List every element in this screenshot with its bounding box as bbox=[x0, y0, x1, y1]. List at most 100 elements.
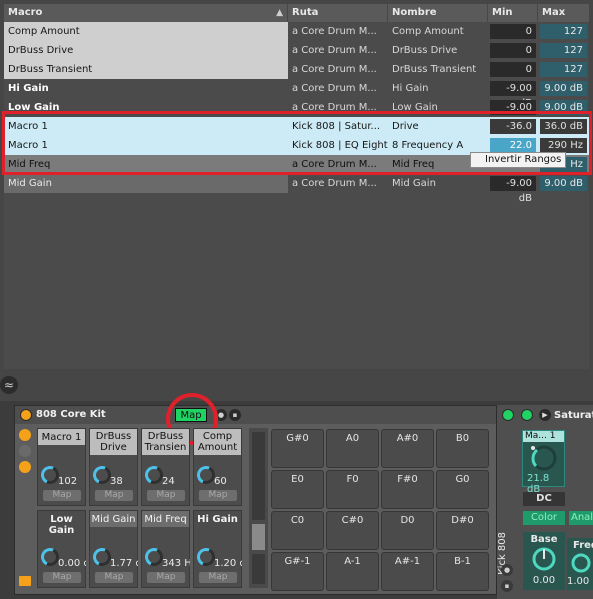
device-title: Saturat bbox=[554, 410, 593, 421]
drum-pad[interactable]: B0 bbox=[436, 429, 489, 468]
fold-icon[interactable] bbox=[19, 576, 31, 586]
min-value-field[interactable]: 0 bbox=[490, 62, 536, 77]
min-value-field[interactable]: -9.00 dB bbox=[490, 176, 536, 204]
macro-map-button[interactable]: Map bbox=[147, 572, 185, 583]
pad-overview-scroller[interactable] bbox=[249, 428, 268, 588]
knob-value: 38 bbox=[110, 476, 123, 487]
macro-knob-4[interactable]: Comp Amount 60 Map bbox=[193, 428, 242, 506]
macro-knob-1[interactable]: Macro 1 102 Map bbox=[37, 428, 86, 506]
column-header-macro[interactable]: Macro ▲ bbox=[4, 4, 288, 22]
drum-pad[interactable]: C#0 bbox=[326, 511, 379, 550]
max-value-field[interactable]: 9.00 dB bbox=[540, 81, 587, 96]
chain-settings-icon[interactable]: ● bbox=[501, 564, 513, 576]
max-value-field[interactable]: 127 bbox=[540, 24, 587, 39]
min-value-field[interactable]: 0 bbox=[490, 43, 536, 58]
device-power-icon[interactable] bbox=[521, 409, 533, 421]
drum-pad[interactable]: D#0 bbox=[436, 511, 489, 550]
max-value-field[interactable]: 127 bbox=[540, 43, 587, 58]
nombre-cell: Hi Gain bbox=[392, 83, 429, 94]
macro-label: DrBuss Drive bbox=[90, 429, 137, 455]
knob-value: 102 bbox=[58, 476, 78, 487]
play-icon[interactable]: ▶ bbox=[539, 409, 551, 421]
ruta-cell: a Core Drum M... bbox=[292, 178, 377, 189]
table-row[interactable]: DrBuss Drive a Core Drum M... DrBuss Dri… bbox=[4, 41, 589, 60]
power-icon[interactable] bbox=[20, 409, 32, 421]
drum-pad[interactable]: G#-1 bbox=[271, 552, 324, 591]
saturator-drive-control[interactable]: Ma... 1 21.8 dB bbox=[522, 430, 566, 495]
drive-knob[interactable] bbox=[523, 443, 566, 473]
base-control[interactable]: Base 0.00 bbox=[523, 532, 565, 590]
macro-label: DrBuss Transien bbox=[142, 429, 189, 455]
drum-pad[interactable]: C0 bbox=[271, 511, 324, 550]
macro-knob-3[interactable]: DrBuss Transien 24 Map bbox=[141, 428, 190, 506]
macro-cell: DrBuss Drive bbox=[4, 41, 288, 60]
table-row[interactable]: Comp Amount a Core Drum M... Comp Amount… bbox=[4, 22, 589, 41]
pad-grid-overview-icon bbox=[252, 432, 265, 584]
macro-map-button[interactable]: Map bbox=[147, 490, 185, 501]
sort-ascending-icon[interactable]: ▲ bbox=[276, 4, 283, 22]
macro-map-button[interactable]: Map bbox=[199, 490, 237, 501]
macro-label: Hi Gain bbox=[194, 511, 241, 527]
drum-pad[interactable]: A-1 bbox=[326, 552, 379, 591]
drum-pad[interactable]: D0 bbox=[381, 511, 434, 550]
device-title-bar: 808 Core Kit ● ▪ bbox=[15, 406, 496, 424]
drum-pad[interactable]: F#0 bbox=[381, 470, 434, 509]
nombre-cell: Comp Amount bbox=[392, 26, 464, 37]
drum-pad[interactable]: E0 bbox=[271, 470, 324, 509]
macro-map-button[interactable]: Map bbox=[95, 572, 133, 583]
base-value: 0.00 bbox=[532, 575, 556, 586]
ruta-cell: a Core Drum M... bbox=[292, 64, 377, 75]
knob-value: 343 Hz bbox=[162, 558, 190, 569]
drum-pad[interactable]: A0 bbox=[326, 429, 379, 468]
macro-label: Mid Gain bbox=[90, 511, 137, 527]
freq-control[interactable]: Freq 1.00 k bbox=[567, 538, 593, 590]
macro-label: Mid Freq bbox=[142, 511, 189, 527]
macro-view-icon[interactable] bbox=[19, 429, 31, 441]
macro-knob-8[interactable]: Hi Gain 1.20 d Map bbox=[193, 510, 242, 588]
drum-pad[interactable]: A#-1 bbox=[381, 552, 434, 591]
table-header: Macro ▲ Ruta Nombre Min Max bbox=[4, 4, 589, 22]
column-header-min[interactable]: Min bbox=[488, 4, 538, 22]
freq-knob[interactable] bbox=[567, 552, 593, 574]
table-row[interactable]: Hi Gain a Core Drum M... Hi Gain -9.00 d… bbox=[4, 79, 589, 109]
macro-knob-7[interactable]: Mid Freq 343 Hz Map bbox=[141, 510, 190, 588]
min-value-field[interactable]: 0 bbox=[490, 24, 536, 39]
dc-button[interactable]: DC bbox=[523, 492, 565, 506]
drum-pad[interactable]: G0 bbox=[436, 470, 489, 509]
max-value-field[interactable]: 9.00 dB bbox=[540, 176, 587, 191]
macro-knob-2[interactable]: DrBuss Drive 38 Map bbox=[89, 428, 138, 506]
drum-pad[interactable]: F0 bbox=[326, 470, 379, 509]
context-menu-item-invert-ranges[interactable]: Invertir Rangos bbox=[470, 152, 566, 168]
macro-knob-6[interactable]: Mid Gain 1.77 d Map bbox=[89, 510, 138, 588]
column-header-max[interactable]: Max bbox=[538, 4, 589, 22]
drum-pad[interactable]: A#0 bbox=[381, 429, 434, 468]
column-header-ruta[interactable]: Ruta bbox=[288, 4, 388, 22]
table-row[interactable]: DrBuss Transient a Core Drum M... DrBuss… bbox=[4, 60, 589, 79]
macro-map-button[interactable]: Map bbox=[199, 572, 237, 583]
drum-pad[interactable]: B-1 bbox=[436, 552, 489, 591]
chain-save-icon[interactable]: ▪ bbox=[501, 580, 513, 592]
ruta-cell: a Core Drum M... bbox=[292, 45, 377, 56]
knob-value: 1.77 d bbox=[110, 558, 138, 569]
analog-button[interactable]: Anal bbox=[569, 511, 593, 525]
color-button[interactable]: Color bbox=[523, 511, 565, 525]
knob-value: 1.20 d bbox=[214, 558, 242, 569]
chain-power-icon[interactable] bbox=[502, 409, 514, 421]
max-value-field[interactable]: 127 bbox=[540, 62, 587, 77]
waveform-icon[interactable]: ≈ bbox=[0, 376, 18, 394]
min-value-field[interactable]: -9.00 dB bbox=[490, 81, 536, 109]
column-header-nombre[interactable]: Nombre bbox=[388, 4, 488, 22]
macro-map-button[interactable]: Map bbox=[43, 490, 81, 501]
base-knob[interactable] bbox=[523, 546, 565, 572]
chain-strip: Kick 808 ● ▪ bbox=[497, 422, 517, 594]
save-icon[interactable]: ▪ bbox=[229, 409, 241, 421]
presets-icon[interactable] bbox=[19, 445, 31, 457]
drum-pad[interactable]: G#0 bbox=[271, 429, 324, 468]
table-row[interactable]: Mid Gain a Core Drum M... Mid Gain -9.00… bbox=[4, 174, 589, 204]
chain-list-icon[interactable] bbox=[19, 461, 31, 473]
macro-knob-5[interactable]: Low Gain 0.00 d Map bbox=[37, 510, 86, 588]
nombre-cell: Mid Gain bbox=[392, 178, 436, 189]
macro-map-button[interactable]: Map bbox=[95, 490, 133, 501]
macro-map-button[interactable]: Map bbox=[43, 572, 81, 583]
knob-value: 0.00 d bbox=[58, 558, 86, 569]
